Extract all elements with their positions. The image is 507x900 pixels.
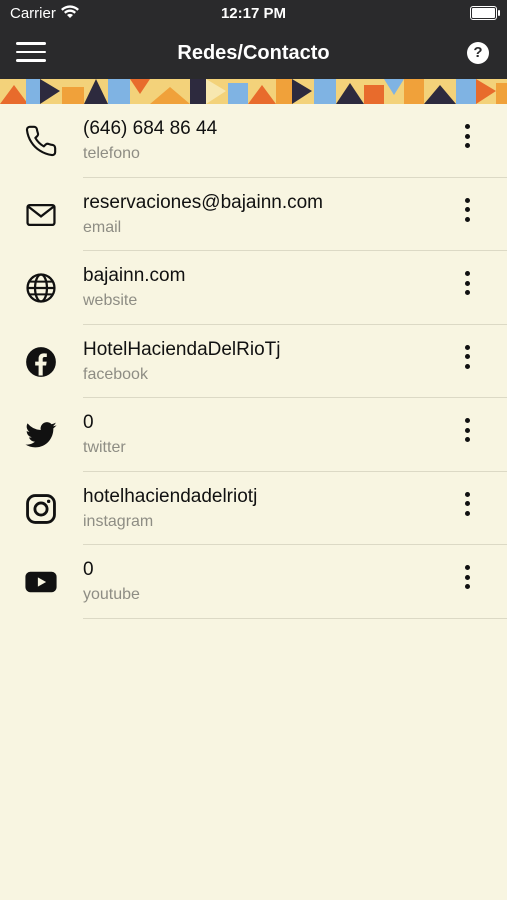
youtube-icon — [24, 565, 58, 599]
email-icon — [24, 198, 58, 232]
twitter-icon — [24, 418, 58, 452]
decorative-banner — [0, 79, 507, 104]
contact-list: (646) 684 86 44 telefono reservaciones@b… — [0, 104, 507, 619]
contact-value: 0 — [83, 412, 94, 433]
more-options-icon[interactable] — [455, 418, 479, 452]
more-options-icon[interactable] — [455, 197, 479, 232]
navigation-bar: Carrier 12:17 PM Redes/Contacto ? — [0, 0, 507, 79]
more-options-icon[interactable] — [455, 491, 479, 526]
contact-value: 0 — [83, 559, 94, 580]
page-title: Redes/Contacto — [177, 42, 330, 64]
list-item[interactable]: reservaciones@bajainn.com email — [0, 178, 507, 251]
more-options-icon[interactable] — [455, 344, 479, 379]
contact-label: facebook — [83, 365, 148, 383]
contact-label: telefono — [83, 145, 140, 162]
list-item[interactable]: bajainn.com website — [0, 251, 507, 325]
contact-value: reservaciones@bajainn.com — [83, 191, 324, 213]
divider — [83, 617, 507, 619]
contact-label: youtube — [83, 586, 140, 603]
contact-value: HotelHaciendaDelRioTj — [83, 338, 281, 360]
more-options-icon[interactable] — [455, 124, 479, 158]
more-options-icon[interactable] — [455, 565, 479, 599]
globe-icon — [24, 271, 58, 305]
status-bar: Carrier 12:17 PM — [0, 0, 507, 28]
help-icon[interactable]: ? — [467, 42, 489, 64]
contact-value: bajainn.com — [83, 265, 186, 286]
contact-label: twitter — [83, 439, 126, 456]
phone-icon — [24, 124, 58, 158]
list-item[interactable]: hotelhaciendadelriotj instagram — [0, 472, 507, 545]
contact-value: (646) 684 86 44 — [83, 118, 218, 139]
facebook-icon — [24, 345, 58, 379]
instagram-icon — [24, 492, 58, 526]
contact-value: hotelhaciendadelriotj — [83, 485, 258, 507]
battery-icon — [470, 6, 500, 20]
contact-label: email — [83, 218, 122, 236]
contact-label: website — [83, 292, 138, 309]
status-time: 12:17 PM — [220, 5, 287, 22]
list-item[interactable]: HotelHaciendaDelRioTj facebook — [0, 325, 507, 398]
list-item[interactable]: (646) 684 86 44 telefono — [0, 104, 507, 178]
more-options-icon[interactable] — [455, 271, 479, 305]
contact-label: instagram — [83, 512, 154, 530]
list-item[interactable]: 0 twitter — [0, 398, 507, 472]
list-item[interactable]: 0 youtube — [0, 545, 507, 619]
